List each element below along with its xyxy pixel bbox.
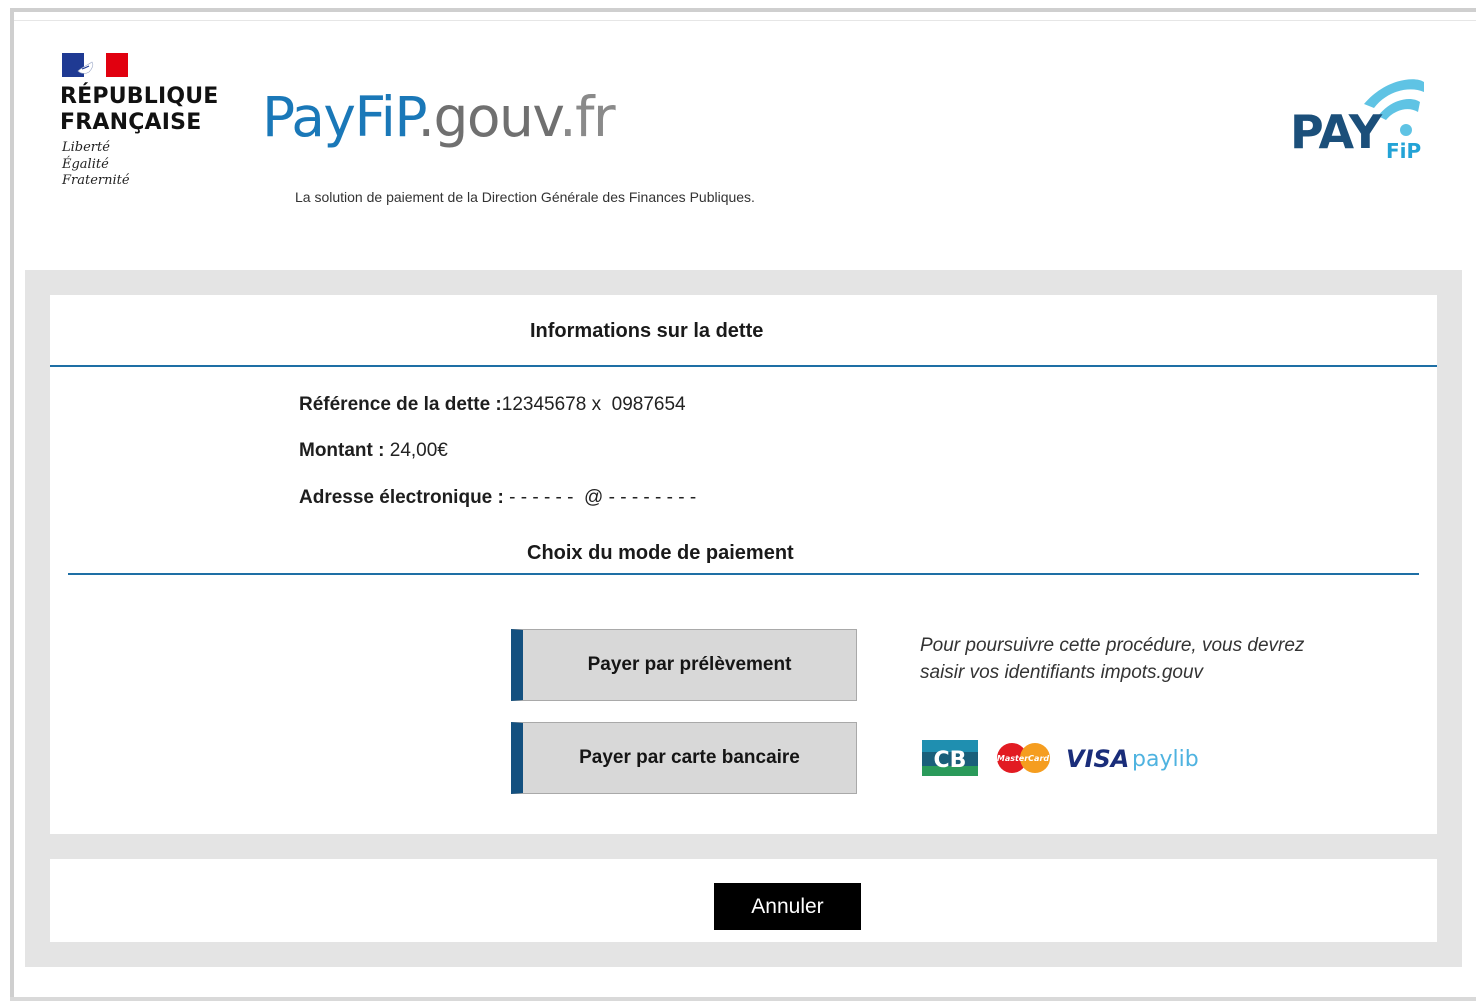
republique-francaise-logo: RÉPUBLIQUE FRANÇAISE Liberté Égalité Fra…	[60, 52, 230, 197]
pay-direct-debit-button[interactable]: Payer par prélèvement	[511, 629, 857, 701]
payfip-logo: PAY FiP	[1290, 79, 1424, 163]
debt-info-title: Informations sur la dette	[530, 320, 764, 342]
marianne-flag-icon	[62, 53, 128, 77]
window-frame-top	[10, 8, 1476, 12]
debt-email-label: Adresse électronique :	[299, 487, 510, 508]
visa-logo-icon: VISA	[1066, 745, 1129, 773]
cancel-panel: Annuler	[50, 859, 1437, 942]
payfip-logo-sub: FiP	[1386, 139, 1421, 163]
window-frame-line	[14, 20, 1476, 21]
payment-choice-title: Choix du mode de paiement	[527, 542, 794, 564]
window-frame-left	[10, 8, 14, 1001]
site-title-gouv: .gouv	[417, 85, 560, 149]
site-title: PayFiP.gouv.fr	[262, 82, 616, 152]
window-frame-bottom	[10, 997, 1476, 1001]
debt-amount-value: 24,00€	[389, 440, 448, 461]
pay-card-button[interactable]: Payer par carte bancaire	[511, 722, 857, 794]
republique-francaise-title: RÉPUBLIQUE FRANÇAISE	[60, 84, 219, 135]
paylib-logo-icon: paylib	[1132, 747, 1199, 772]
content-container: Informations sur la dette Référence de l…	[25, 270, 1462, 967]
debt-reference-value: 12345678 x 0987654	[501, 394, 686, 415]
debt-amount: Montant : 24,00€	[299, 440, 448, 462]
payfip-logo-word: PAY	[1290, 105, 1383, 159]
site-title-fr: .fr	[559, 85, 615, 149]
payment-note: Pour poursuivre cette procédure, vous de…	[920, 635, 1305, 683]
mastercard-logo-icon: MasterCard	[997, 743, 1050, 773]
republique-motto: Liberté Égalité Fraternité	[62, 140, 130, 188]
debt-reference: Référence de la dette :12345678 x 098765…	[299, 394, 686, 416]
debt-reference-label: Référence de la dette :	[299, 394, 502, 415]
debt-amount-label: Montant :	[299, 440, 390, 461]
mastercard-logo-text: MasterCard	[997, 754, 1050, 763]
cancel-button[interactable]: Annuler	[714, 883, 861, 930]
payment-panel: Informations sur la dette Référence de l…	[50, 295, 1437, 834]
debt-info-divider	[50, 365, 1437, 367]
cb-logo-text: CB	[934, 748, 967, 773]
payment-choice-divider	[68, 573, 1419, 575]
card-logos: CB MasterCard VISA paylib	[922, 740, 1199, 776]
debt-email: Adresse électronique : - - - - - - @ - -…	[299, 487, 696, 509]
debt-email-value: - - - - - - @ - - - - - - - -	[509, 487, 697, 508]
cb-logo-icon: CB	[922, 740, 978, 776]
site-tagline: La solution de paiement de la Direction …	[295, 189, 755, 205]
site-title-payfip: PayFiP	[262, 85, 419, 149]
